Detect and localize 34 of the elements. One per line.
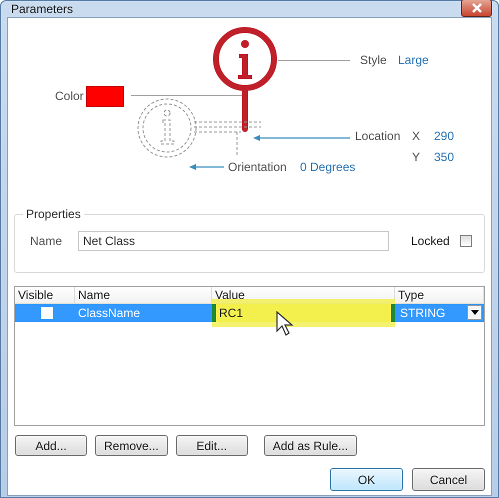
color-label: Color — [55, 89, 84, 103]
dialog-button[interactable]: Cancel — [412, 468, 485, 491]
orientation-value[interactable]: 0 Degrees — [300, 160, 356, 174]
locked-checkbox[interactable] — [460, 235, 472, 247]
name-input-field[interactable]: Net Class — [78, 231, 389, 251]
name-label: Name — [30, 234, 64, 248]
action-button[interactable]: Add as Rule... — [264, 435, 358, 456]
action-button[interactable]: Edit... — [176, 435, 248, 456]
table-cell-text: ClassName — [77, 305, 142, 322]
y-label: Y — [412, 150, 420, 164]
dropdown-button[interactable] — [467, 305, 482, 320]
visible-checkbox[interactable] — [40, 307, 52, 319]
x-label: X — [412, 129, 420, 143]
action-button[interactable]: Remove... — [95, 435, 168, 456]
caret-icon — [470, 310, 478, 315]
location-label: Location — [355, 129, 400, 143]
style-value[interactable]: Large — [398, 53, 429, 67]
window-title: Parameters — [10, 2, 74, 16]
group-title: Properties — [23, 207, 84, 221]
arrow-icon — [252, 133, 350, 143]
orientation-label: Orientation — [228, 160, 287, 174]
column-header[interactable]: Visible — [15, 287, 75, 303]
dialog-button[interactable]: OK — [330, 468, 403, 491]
color-swatch[interactable] — [86, 86, 124, 107]
arrow-icon — [188, 162, 224, 172]
locked-label: Locked — [411, 234, 451, 248]
close-icon — [470, 3, 484, 13]
style-label: Style — [360, 53, 387, 67]
type-cell-text: STRING — [399, 305, 446, 322]
action-button[interactable]: Add... — [15, 435, 87, 456]
x-value[interactable]: 290 — [434, 129, 454, 143]
close-button[interactable] — [461, 0, 492, 17]
y-value[interactable]: 350 — [434, 150, 454, 164]
mouse-cursor-icon — [276, 311, 294, 337]
